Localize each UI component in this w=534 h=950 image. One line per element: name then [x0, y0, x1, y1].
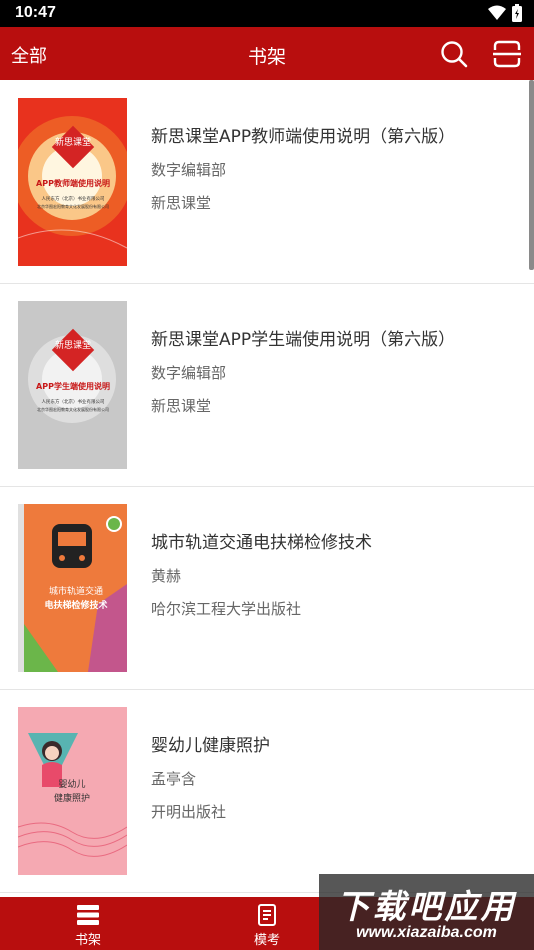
book-author: 数字编辑部	[151, 364, 227, 382]
watermark-url: www.xiazaiba.com	[356, 924, 497, 941]
cover-brand: 新思课堂	[55, 339, 91, 351]
watermark-overlay: 下载吧应用 www.xiazaiba.com	[319, 874, 534, 950]
cover-line2: 北京华图宏阳教育文化发展股份有限公司	[37, 203, 109, 209]
bookshelf-icon	[77, 905, 99, 925]
book-author: 黄赫	[151, 567, 182, 585]
book-cover: 新思课堂 APP学生端使用说明 人民东方（北京）书业有限公司 北京华图宏阳教育文…	[18, 301, 127, 469]
status-time: 10:47	[15, 4, 56, 21]
watermark-title: 下载吧应用	[336, 887, 517, 926]
book-item[interactable]: 新思课堂 APP教师端使用说明 人民东方（北京）书业有限公司 北京华图宏阳教育文…	[0, 80, 534, 284]
book-cover: 婴幼儿 健康照护	[18, 707, 127, 875]
cover-line1: 婴幼儿	[58, 778, 85, 790]
book-author: 数字编辑部	[151, 161, 227, 179]
scan-icon[interactable]	[492, 39, 522, 69]
cover-line1: 城市轨道交通	[49, 585, 103, 597]
book-publisher: 新思课堂	[151, 194, 212, 212]
book-title: 新思课堂APP学生端使用说明（第六版）	[151, 330, 456, 350]
status-icons	[488, 4, 522, 22]
cover-heading: APP教师端使用说明	[36, 178, 110, 188]
book-title: 婴幼儿健康照护	[151, 736, 270, 756]
book-publisher: 哈尔滨工程大学出版社	[151, 600, 302, 618]
book-item[interactable]: 新思课堂 APP学生端使用说明 人民东方（北京）书业有限公司 北京华图宏阳教育文…	[0, 283, 534, 487]
tab-label: 模考	[253, 933, 280, 948]
battery-icon	[512, 4, 522, 22]
book-publisher: 开明出版社	[151, 803, 227, 821]
cover-line2: 北京华图宏阳教育文化发展股份有限公司	[37, 406, 109, 412]
search-icon[interactable]	[439, 39, 469, 69]
cover-line1: 人民东方（北京）书业有限公司	[42, 195, 105, 202]
exam-icon	[258, 904, 276, 926]
cover-brand: 新思课堂	[55, 136, 91, 148]
book-title: 新思课堂APP教师端使用说明（第六版）	[151, 127, 456, 147]
book-publisher: 新思课堂	[151, 397, 212, 415]
cover-line2: 健康照护	[54, 792, 90, 804]
cover-line1: 人民东方（北京）书业有限公司	[42, 398, 105, 405]
tab-exam[interactable]: 模考	[222, 897, 312, 950]
app-header: 全部 书架	[0, 27, 534, 80]
book-item[interactable]: 城市轨道交通 电扶梯检修技术 城市轨道交通电扶梯检修技术 黄赫 哈尔滨工程大学出…	[0, 486, 534, 690]
cover-heading: APP学生端使用说明	[36, 381, 110, 391]
tab-label: 书架	[74, 933, 101, 948]
status-bar: 10:47	[0, 0, 534, 27]
book-cover: 新思课堂 APP教师端使用说明 人民东方（北京）书业有限公司 北京华图宏阳教育文…	[18, 98, 127, 266]
book-cover: 城市轨道交通 电扶梯检修技术	[18, 504, 127, 672]
bookshelf-list[interactable]: 新思课堂 APP教师端使用说明 人民东方（北京）书业有限公司 北京华图宏阳教育文…	[0, 80, 534, 897]
cover-line2: 电扶梯检修技术	[44, 599, 107, 611]
book-author: 孟亭含	[151, 770, 197, 788]
wifi-icon	[488, 5, 506, 20]
book-item[interactable]: 婴幼儿 健康照护 婴幼儿健康照护 孟亭含 开明出版社	[0, 689, 534, 893]
book-title: 城市轨道交通电扶梯检修技术	[151, 533, 372, 553]
tab-bookshelf[interactable]: 书架	[43, 897, 133, 950]
scrollbar[interactable]	[529, 80, 534, 270]
